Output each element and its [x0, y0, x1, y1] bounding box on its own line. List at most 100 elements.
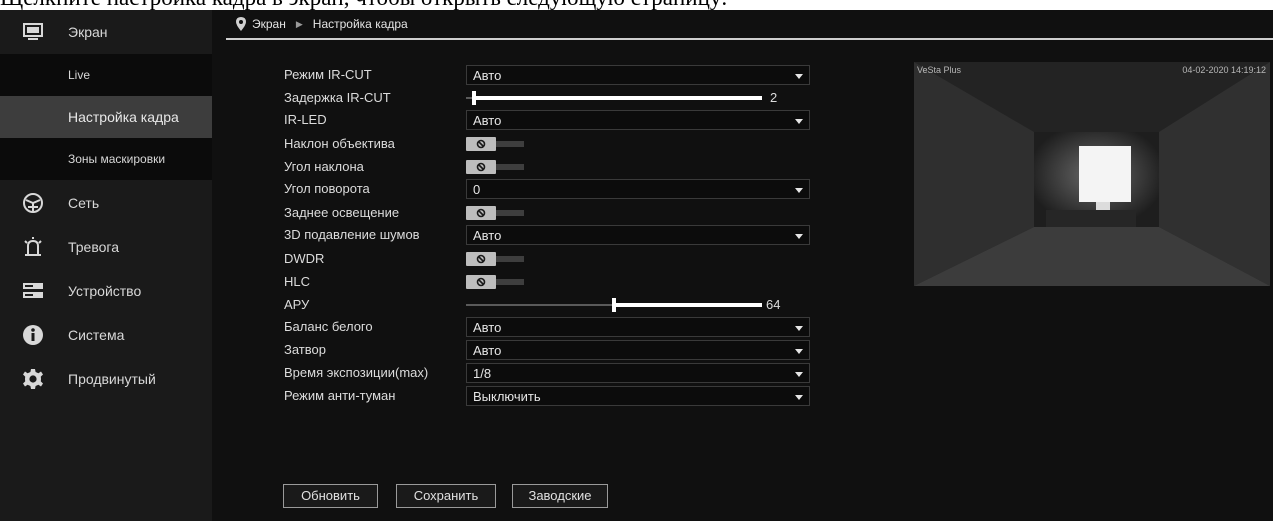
white-balance-select[interactable]: Авто: [466, 317, 810, 337]
alarm-icon: [22, 236, 44, 258]
defog-select[interactable]: Выключить: [466, 386, 810, 406]
sidebar-subitem-label: Зоны маскировки: [68, 152, 166, 166]
sidebar-item-alarm[interactable]: Тревога: [0, 225, 212, 269]
lens-tilt-label: Наклон объектива: [284, 136, 395, 151]
noise-3d-select[interactable]: Авто: [466, 225, 810, 245]
hlc-toggle[interactable]: [466, 275, 524, 289]
slider-thumb[interactable]: [472, 91, 476, 105]
white-balance-label: Баланс белого: [284, 319, 373, 334]
ir-led-select[interactable]: Авто: [466, 110, 810, 130]
backlight-label: Заднее освещение: [284, 205, 400, 220]
dwdr-toggle[interactable]: [466, 252, 524, 266]
chevron-down-icon: [795, 234, 803, 239]
ircut-mode-select[interactable]: Авто: [466, 65, 810, 85]
noise-3d-label: 3D подавление шумов: [284, 227, 420, 242]
toggle-track: [496, 141, 524, 147]
rotation-angle-select[interactable]: 0: [466, 179, 810, 199]
off-icon: [476, 277, 486, 287]
ir-led-label: IR-LED: [284, 112, 327, 127]
slider-thumb[interactable]: [612, 298, 616, 312]
toggle-track: [496, 164, 524, 170]
breadcrumb: Экран ▶ Настройка кадра: [226, 10, 1273, 40]
chevron-down-icon: [795, 372, 803, 377]
off-icon: [476, 208, 486, 218]
network-icon: [22, 192, 44, 214]
white-balance-value: Авто: [473, 320, 502, 335]
toggle-track: [496, 279, 524, 285]
device-icon: [22, 280, 44, 302]
shutter-select[interactable]: Авто: [466, 340, 810, 360]
noise-3d-value: Авто: [473, 228, 502, 243]
hlc-label: HLC: [284, 274, 311, 289]
chevron-down-icon: [795, 326, 803, 331]
chevron-down-icon: [795, 349, 803, 354]
tilt-angle-label: Угол наклона: [284, 159, 364, 174]
chevron-down-icon: [795, 188, 803, 193]
chevron-down-icon: [795, 74, 803, 79]
chevron-down-icon: [795, 395, 803, 400]
factory-defaults-button[interactable]: Заводские: [512, 484, 608, 508]
sidebar-subitem-label: Live: [68, 68, 91, 82]
backlight-toggle[interactable]: [466, 206, 524, 220]
location-pin-icon: [236, 17, 246, 31]
sidebar-subitem-label: Настройка кадра: [68, 109, 179, 125]
preview-brand: VeSta Plus: [917, 65, 962, 75]
exposure-max-value: 1/8: [473, 366, 492, 381]
ir-led-value: Авто: [473, 113, 502, 128]
off-icon: [476, 254, 486, 264]
toggle-track: [496, 210, 524, 216]
sidebar-item-label: Сеть: [68, 195, 100, 211]
ircut-delay-label: Задержка IR-CUT: [284, 90, 391, 105]
slider-fill: [472, 96, 762, 100]
breadcrumb-separator-icon: ▶: [295, 18, 303, 29]
sidebar-item-label: Система: [68, 327, 125, 343]
agc-value: 64: [766, 297, 781, 312]
toggle-knob: [466, 137, 496, 151]
agc-slider[interactable]: [466, 298, 762, 312]
slider-rail: [466, 304, 612, 306]
exposure-max-select[interactable]: 1/8: [466, 363, 810, 383]
toggle-track: [496, 256, 524, 262]
ircut-mode-label: Режим IR-CUT: [284, 67, 372, 82]
dwdr-label: DWDR: [284, 251, 325, 266]
sidebar-item-screen[interactable]: Экран: [0, 10, 212, 54]
ircut-delay-value: 2: [770, 90, 778, 105]
slider-fill: [612, 303, 762, 307]
rotation-angle-label: Угол поворота: [284, 181, 370, 196]
instruction-caption: Щелкните настройка кадра в экран, чтобы …: [0, 0, 1273, 10]
shutter-label: Затвор: [284, 342, 326, 357]
sidebar-item-device[interactable]: Устройство: [0, 269, 212, 313]
tilt-angle-toggle[interactable]: [466, 160, 524, 174]
toggle-knob: [466, 206, 496, 220]
off-icon: [476, 139, 486, 149]
save-button[interactable]: Сохранить: [396, 484, 496, 508]
ircut-delay-slider[interactable]: [466, 91, 762, 105]
live-preview[interactable]: VeSta Plus 04-02-2020 14:19:12: [914, 62, 1270, 286]
sidebar-subitem-live[interactable]: Live: [0, 54, 212, 96]
sidebar-item-system[interactable]: Система: [0, 313, 212, 357]
chevron-down-icon: [795, 119, 803, 124]
off-icon: [476, 162, 486, 172]
gear-icon: [22, 368, 44, 390]
defog-label: Режим анти-туман: [284, 388, 396, 403]
sidebar-item-advanced[interactable]: Продвинутый: [0, 357, 212, 401]
sidebar-subitem-frame-settings[interactable]: Настройка кадра: [0, 96, 212, 138]
info-icon: [22, 324, 44, 346]
defog-value: Выключить: [473, 389, 541, 404]
sidebar-item-label: Устройство: [68, 283, 142, 299]
sidebar-item-label: Продвинутый: [68, 371, 156, 387]
camera-image: [914, 62, 1270, 286]
sidebar-item-label: Тревога: [68, 239, 119, 255]
ircut-mode-value: Авто: [473, 68, 502, 83]
toggle-knob: [466, 252, 496, 266]
toggle-knob: [466, 275, 496, 289]
sidebar-item-network[interactable]: Сеть: [0, 181, 212, 225]
lens-tilt-toggle[interactable]: [466, 137, 524, 151]
exposure-max-label: Время экспозиции(max): [284, 365, 429, 380]
toggle-knob: [466, 160, 496, 174]
breadcrumb-root[interactable]: Экран: [252, 17, 286, 31]
rotation-angle-value: 0: [473, 182, 481, 197]
refresh-button[interactable]: Обновить: [283, 484, 378, 508]
sidebar-item-label: Экран: [68, 24, 108, 40]
sidebar-subitem-privacy-masks[interactable]: Зоны маскировки: [0, 138, 212, 180]
